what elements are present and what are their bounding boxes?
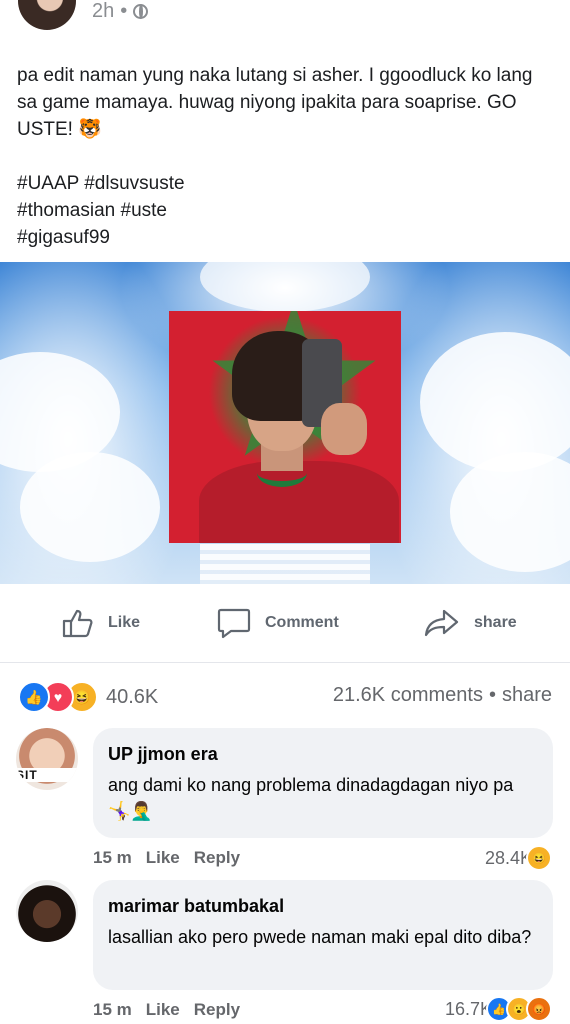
edited-photo bbox=[169, 311, 401, 543]
comment-label: Comment bbox=[265, 614, 339, 631]
post-text: pa edit naman yung naka lutang si asher.… bbox=[17, 65, 533, 140]
like-thumb-icon bbox=[62, 608, 94, 638]
share-count[interactable]: share bbox=[502, 684, 552, 707]
like-button[interactable]: Like bbox=[62, 600, 140, 646]
post-image[interactable] bbox=[0, 262, 570, 584]
angry-reaction-icon: 😡 bbox=[526, 996, 552, 1022]
hashtag-line[interactable]: #thomasian #uste bbox=[17, 197, 185, 224]
commenter-avatar[interactable]: SIT bbox=[16, 728, 78, 790]
comment-text: lasallian ako pero pwede naman maki epal… bbox=[108, 927, 532, 947]
hand bbox=[321, 403, 367, 455]
post-time[interactable]: 2h bbox=[92, 0, 114, 23]
like-label: Like bbox=[108, 614, 141, 631]
divider bbox=[0, 662, 570, 663]
meta-separator: • bbox=[120, 0, 128, 22]
commenter-avatar[interactable] bbox=[16, 880, 78, 942]
comment-reaction-count: 28.4K bbox=[484, 847, 532, 868]
hashtag-line[interactable]: #gigasuf99 bbox=[17, 224, 185, 251]
comment-reply-button[interactable]: Reply bbox=[194, 1000, 240, 1020]
cloud-stairs bbox=[200, 544, 370, 584]
avatar-band-text: SIT bbox=[16, 768, 78, 782]
comment-reactions[interactable]: 16.7K 👍 😮 😡 bbox=[445, 996, 552, 1022]
comment-bubble[interactable]: marimar batumbakal lasallian ako pero pw… bbox=[93, 880, 553, 990]
share-arrow-icon bbox=[424, 608, 460, 638]
hashtag-line[interactable]: #UAAP #dlsuvsuste bbox=[17, 170, 185, 197]
reactions-count: 40.6K bbox=[106, 685, 159, 708]
comment-time[interactable]: 15 m bbox=[93, 848, 132, 868]
poster-avatar[interactable] bbox=[18, 0, 76, 30]
comment-reactions[interactable]: 28.4K 😆 bbox=[485, 845, 552, 871]
globe-icon bbox=[133, 3, 149, 19]
post-hashtags: #UAAP #dlsuvsuste #thomasian #uste #giga… bbox=[17, 170, 185, 251]
comment-meta: 15 m Like Reply bbox=[93, 1000, 240, 1020]
commenter-name[interactable]: UP jjmon era bbox=[108, 744, 218, 765]
comment-bubble[interactable]: UP jjmon era ang dami ko nang problema d… bbox=[93, 728, 553, 838]
like-reaction-icon: 👍 bbox=[18, 681, 50, 713]
post-meta: 2h • bbox=[92, 0, 149, 23]
comment-time[interactable]: 15 m bbox=[93, 1000, 132, 1020]
stats-separator: • bbox=[488, 684, 496, 706]
comment-like-button[interactable]: Like bbox=[146, 848, 180, 868]
post-body: pa edit naman yung naka lutang si asher.… bbox=[17, 62, 547, 143]
comment-text: ang dami ko nang problema dinadagdagan n… bbox=[108, 775, 514, 821]
share-button[interactable]: share bbox=[424, 600, 517, 646]
comment-icon bbox=[217, 607, 251, 639]
comment-button[interactable]: Comment bbox=[217, 600, 339, 646]
comment-like-button[interactable]: Like bbox=[146, 1000, 180, 1020]
comments-count[interactable]: 21.6K comments bbox=[333, 684, 483, 707]
comment-reaction-count: 16.7K bbox=[444, 998, 492, 1019]
share-label: share bbox=[474, 614, 517, 631]
post-action-bar: Like Comment share bbox=[0, 600, 570, 646]
commenter-name[interactable]: marimar batumbakal bbox=[108, 896, 284, 917]
reactions-summary[interactable]: 👍 ♥ 😆 40.6K bbox=[18, 680, 158, 714]
post-stats: 21.6K comments • share bbox=[333, 684, 552, 707]
haha-reaction-icon: 😆 bbox=[526, 845, 552, 871]
comment-reply-button[interactable]: Reply bbox=[194, 848, 240, 868]
comment-meta: 15 m Like Reply bbox=[93, 848, 240, 868]
